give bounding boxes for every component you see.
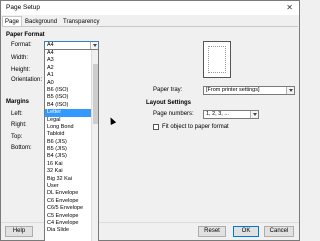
chevron-down-icon[interactable] [90, 42, 98, 49]
mouse-cursor-icon [107, 116, 117, 125]
page-preview [203, 41, 231, 78]
tab-transparency[interactable]: Transparency [60, 16, 102, 26]
paper-tray-label: Paper tray: [153, 87, 183, 93]
chevron-down-icon[interactable] [286, 87, 294, 94]
width-label: Width: [11, 55, 29, 61]
paper-format-heading: Paper Format [6, 32, 45, 38]
page-numbers-label: Page numbers: [153, 111, 194, 117]
scrollbar-thumb[interactable] [93, 64, 98, 124]
format-value: A4 [47, 42, 54, 48]
close-icon[interactable]: ✕ [286, 3, 293, 13]
height-label: Height: [11, 67, 31, 73]
window-title: Page Setup [6, 4, 40, 11]
top-margin-label: Top: [11, 134, 23, 140]
chevron-down-icon[interactable] [250, 111, 258, 118]
bottom-margin-label: Bottom: [11, 145, 32, 151]
help-button[interactable]: Help [5, 226, 33, 237]
tab-divider [2, 26, 298, 27]
dropdown-scrollbar[interactable] [91, 50, 98, 241]
margins-heading: Margins [6, 99, 30, 105]
ok-button[interactable]: OK [233, 226, 259, 237]
tab-bar: Page Background Transparency [2, 16, 103, 26]
cancel-button[interactable]: Cancel [264, 226, 294, 237]
fit-object-label[interactable]: Fit object to paper format [162, 124, 229, 130]
page-setup-dialog: Page Setup ✕ Page Background Transparenc… [0, 0, 300, 241]
left-margin-label: Left: [11, 111, 23, 117]
paper-tray-select[interactable]: [From printer settings] [203, 86, 295, 95]
page-numbers-value: 1, 2, 3, ... [206, 111, 229, 117]
page-preview-margins [208, 46, 226, 73]
tab-page[interactable]: Page [2, 16, 23, 26]
orientation-label: Orientation: [11, 77, 43, 83]
fit-object-checkbox[interactable] [153, 124, 159, 130]
tab-background[interactable]: Background [22, 16, 60, 26]
layout-settings-heading: Layout Settings [146, 100, 192, 106]
paper-tray-value: [From printer settings] [206, 87, 260, 93]
right-margin-label: Right: [11, 122, 27, 128]
reset-button[interactable]: Reset [198, 226, 226, 237]
format-label: Format: [11, 42, 32, 48]
title-bar: Page Setup ✕ [1, 1, 299, 15]
page-numbers-select[interactable]: 1, 2, 3, ... [203, 110, 259, 119]
format-dropdown-list[interactable]: A4 A3 A2 A1 A0 B6 (ISO) B5 (ISO) B4 (ISO… [44, 49, 99, 241]
